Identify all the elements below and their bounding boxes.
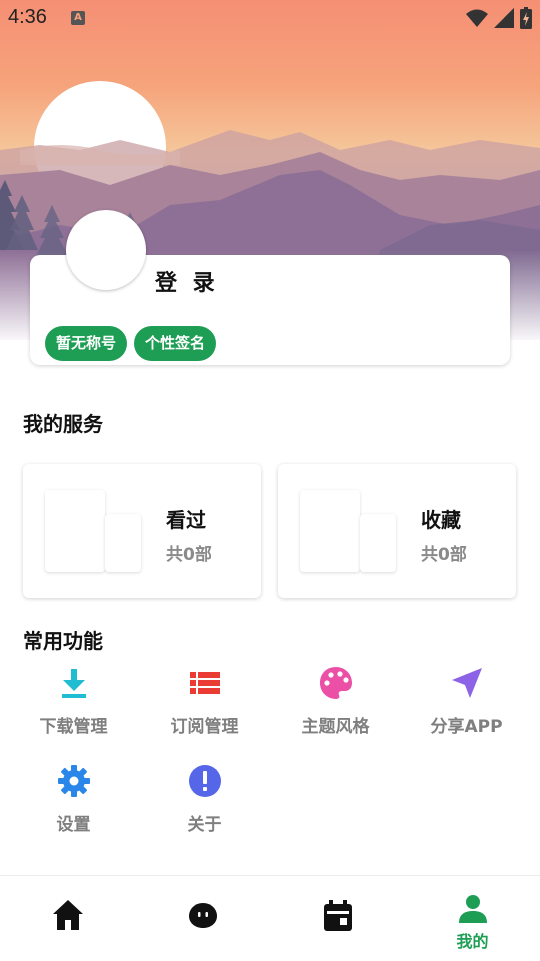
download-manager-button[interactable]: 下载管理 [8, 666, 139, 737]
person-icon [458, 895, 487, 923]
calendar-icon [323, 900, 352, 931]
favorites-thumbnail [300, 490, 360, 572]
notification-icon: A [71, 11, 85, 25]
download-manager-label: 下载管理 [39, 717, 108, 737]
battery-icon [520, 7, 532, 29]
download-icon [61, 669, 86, 698]
palette-icon [319, 667, 352, 699]
signature-tag[interactable]: 个性签名 [134, 326, 217, 361]
status-bar: 4:36 A [0, 0, 540, 36]
nav-mine-label: 我的 [456, 932, 489, 951]
send-icon [451, 668, 482, 698]
about-label: 关于 [187, 815, 222, 835]
bottom-navigation: 我的 [0, 875, 540, 961]
wifi-icon [466, 9, 488, 27]
subscription-manager-label: 订阅管理 [170, 717, 239, 737]
favorites-count: 共0部 [421, 545, 467, 565]
history-count: 共0部 [166, 545, 212, 565]
login-button[interactable]: 登 录 [155, 265, 219, 297]
info-icon [188, 765, 221, 797]
cat-face-icon [188, 903, 217, 928]
theme-style-label: 主题风格 [301, 717, 370, 737]
title-tag[interactable]: 暂无称号 [45, 326, 128, 361]
nav-schedule[interactable] [270, 876, 405, 961]
favorites-card[interactable]: 收藏 共0部 [278, 464, 516, 598]
nav-home[interactable] [0, 876, 135, 961]
theme-style-button[interactable]: 主题风格 [270, 666, 401, 737]
history-card[interactable]: 看过 共0部 [23, 464, 261, 598]
functions-section-title: 常用功能 [23, 629, 103, 653]
favorites-label: 收藏 [421, 508, 461, 532]
history-thumbnail-secondary [105, 514, 141, 572]
history-thumbnail [45, 490, 105, 572]
nav-discover[interactable] [135, 876, 270, 961]
favorites-thumbnail-secondary [360, 514, 396, 572]
status-time: 4:36 [8, 6, 47, 28]
settings-label: 设置 [56, 815, 91, 835]
settings-button[interactable]: 设置 [8, 764, 139, 835]
share-app-button[interactable]: 分享APP [401, 666, 532, 737]
list-icon [189, 672, 220, 694]
gear-icon [57, 765, 90, 797]
history-label: 看过 [166, 508, 206, 532]
subscription-manager-button[interactable]: 订阅管理 [139, 666, 270, 737]
avatar[interactable] [66, 210, 146, 290]
nav-mine[interactable]: 我的 [405, 876, 540, 961]
about-button[interactable]: 关于 [139, 764, 270, 835]
services-section-title: 我的服务 [23, 412, 103, 436]
signal-icon [494, 8, 514, 28]
home-icon [52, 900, 83, 930]
status-icons [466, 7, 532, 29]
share-app-label: 分享APP [430, 717, 503, 737]
